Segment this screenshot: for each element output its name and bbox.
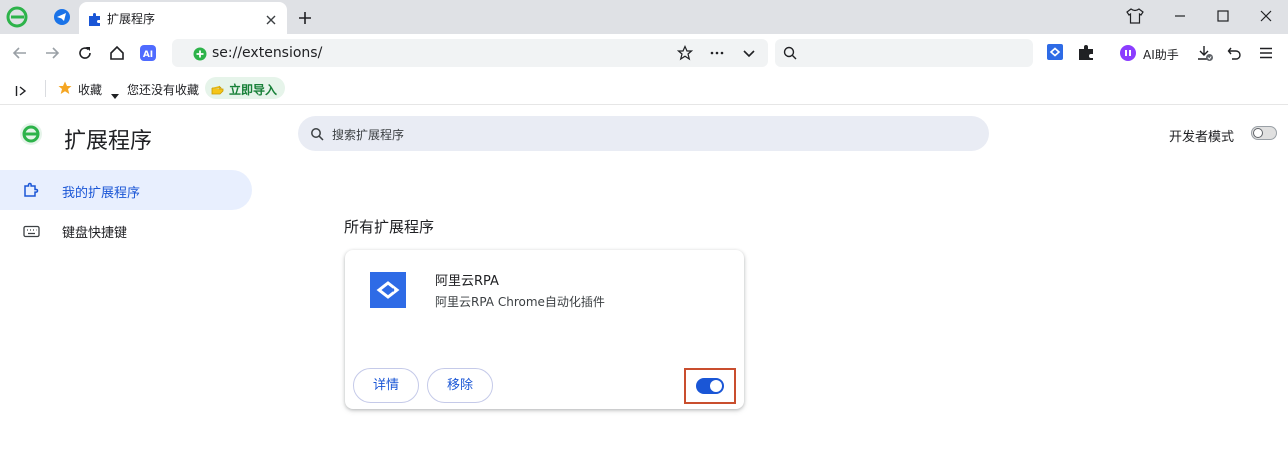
bookmarks-divider — [45, 80, 46, 97]
extension-search-input[interactable]: 搜索扩展程序 — [298, 116, 989, 151]
reload-icon[interactable] — [77, 45, 93, 65]
rpa-extension-icon[interactable] — [1047, 44, 1063, 64]
extension-search-placeholder: 搜索扩展程序 — [332, 128, 405, 142]
menu-icon[interactable] — [1258, 45, 1274, 65]
chevron-down-icon[interactable] — [741, 45, 757, 65]
svg-text:AI: AI — [143, 50, 153, 60]
download-icon[interactable] — [1196, 44, 1214, 66]
home-icon[interactable] — [109, 45, 125, 65]
address-bar[interactable]: se://extensions/ — [172, 39, 768, 67]
new-tab-plus-icon[interactable] — [298, 10, 312, 29]
ai-assistant-label[interactable]: AI助手 — [1143, 46, 1179, 63]
keyboard-icon — [23, 223, 40, 242]
extension-card: 阿里云RPA 阿里云RPA Chrome自动化插件 详情 移除 — [345, 250, 744, 409]
pinned-tab-telegram-icon[interactable] — [53, 8, 71, 30]
section-title: 所有扩展程序 — [344, 218, 435, 236]
extension-name: 阿里云RPA — [435, 274, 499, 289]
back-arrow-icon[interactable] — [12, 45, 28, 65]
developer-mode-label: 开发者模式 — [1169, 130, 1235, 145]
minimize-icon[interactable] — [1173, 8, 1187, 27]
maximize-icon[interactable] — [1216, 8, 1230, 27]
favorites-label[interactable]: 收藏 — [78, 81, 102, 98]
developer-mode-toggle[interactable] — [1251, 126, 1277, 140]
tab-extensions[interactable]: 扩展程序 — [79, 2, 287, 34]
bookmarks-bar: 收藏 您还没有收藏 立即导入 — [0, 72, 1288, 105]
import-bookmarks-button[interactable]: 立即导入 — [205, 77, 285, 99]
favorites-star-icon — [57, 80, 73, 100]
search-box[interactable] — [775, 39, 1033, 67]
close-tab-icon[interactable] — [265, 11, 277, 30]
skin-shirt-icon[interactable] — [1126, 8, 1144, 28]
ai-assistant-icon[interactable] — [1119, 44, 1137, 66]
puzzle-outline-icon — [23, 182, 39, 202]
pointing-hand-icon — [211, 81, 227, 100]
sidebar-item-label: 键盘快捷键 — [62, 226, 128, 241]
tab-strip: 扩展程序 — [0, 0, 1288, 34]
sidebar-toggle-icon[interactable] — [15, 82, 27, 101]
remove-button[interactable]: 移除 — [427, 368, 493, 403]
page-title: 扩展程序 — [64, 129, 153, 154]
search-icon — [310, 126, 324, 145]
import-bookmarks-label[interactable]: 立即导入 — [229, 81, 277, 98]
window-close-icon[interactable] — [1259, 8, 1273, 27]
favorites-dropdown-icon[interactable] — [111, 85, 119, 104]
no-bookmarks-text: 您还没有收藏 — [127, 83, 200, 97]
puzzle-icon — [88, 11, 102, 30]
extensions-page-logo-icon — [19, 122, 43, 150]
ai-app-icon[interactable]: AI — [139, 44, 157, 66]
extension-enable-knob — [710, 380, 722, 392]
search-icon — [782, 45, 798, 65]
more-dots-icon[interactable] — [709, 45, 725, 65]
details-button[interactable]: 详情 — [353, 368, 419, 403]
sidebar-item-my-extensions[interactable]: 我的扩展程序 — [0, 170, 252, 210]
browser-logo-icon[interactable] — [6, 6, 28, 32]
secure-shield-icon[interactable] — [193, 46, 207, 65]
undo-icon[interactable] — [1227, 45, 1243, 65]
sidebar-item-keyboard-shortcuts[interactable]: 键盘快捷键 — [0, 210, 252, 250]
developer-mode-knob — [1253, 128, 1263, 138]
extension-enable-toggle[interactable] — [696, 378, 724, 394]
extension-description: 阿里云RPA Chrome自动化插件 — [435, 295, 605, 309]
browser-toolbar: AI se://extensions/ AI助手 — [0, 34, 1288, 72]
rpa-logo-icon — [370, 272, 406, 312]
sidebar-item-label: 我的扩展程序 — [62, 186, 141, 201]
tab-title: 扩展程序 — [107, 12, 156, 26]
bookmark-star-icon[interactable] — [676, 45, 694, 65]
extensions-puzzle-icon[interactable] — [1078, 44, 1095, 65]
forward-arrow-icon[interactable] — [44, 45, 60, 65]
address-url[interactable]: se://extensions/ — [212, 45, 322, 61]
